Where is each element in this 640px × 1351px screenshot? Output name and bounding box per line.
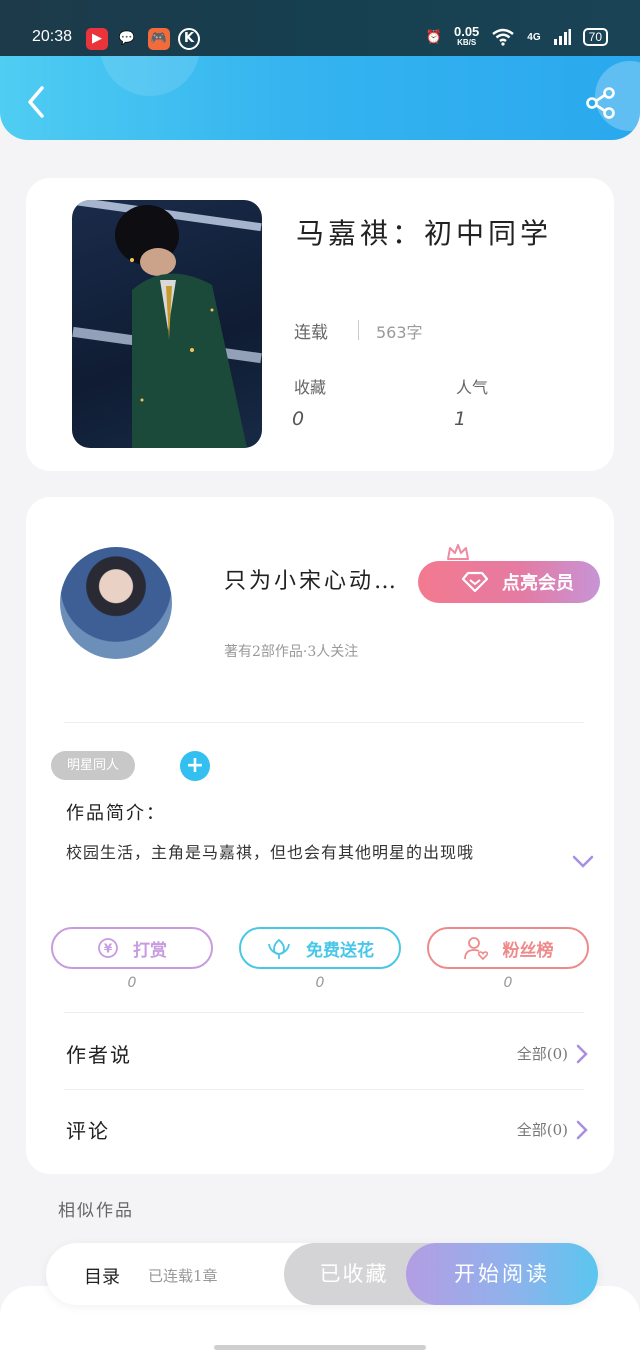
reward-button[interactable]: ¥ 打赏 <box>51 927 213 969</box>
similar-works-heading: 相似作品 <box>58 1201 134 1221</box>
author-notes-label: 作者说 <box>66 1043 132 1067</box>
share-button[interactable] <box>584 86 618 120</box>
status-indicators: ⏰ 0.05 KB/S 4G 70 <box>425 25 608 48</box>
alarm-icon: ⏰ <box>425 29 442 44</box>
stat-label-popularity: 人气 <box>456 378 489 397</box>
comments-all[interactable]: 全部(0) <box>517 1119 588 1140</box>
fan-ranking-button[interactable]: 粉丝榜 <box>427 927 589 969</box>
top-header <box>0 56 640 140</box>
home-indicator[interactable] <box>214 1345 426 1350</box>
author-notes-all[interactable]: 全部(0) <box>517 1043 588 1064</box>
table-of-contents-button[interactable]: 目录 <box>84 1263 120 1289</box>
k-app-icon: K <box>178 28 200 50</box>
decor-bubble <box>100 56 200 96</box>
author-avatar[interactable] <box>60 547 172 659</box>
author-name[interactable]: 只为小宋心动… <box>224 563 399 595</box>
chevron-right-icon <box>576 1120 588 1139</box>
wifi-icon <box>492 28 515 46</box>
comments-count: 全部(0) <box>516 1121 568 1139</box>
divider <box>64 1012 584 1013</box>
yen-icon: ¥ <box>98 938 118 958</box>
signal-label: 4G <box>527 31 541 43</box>
chapter-count: 已连载1章 <box>148 1267 218 1285</box>
comments-label: 评论 <box>66 1119 110 1143</box>
divider <box>64 722 584 723</box>
send-flower-label: 免费送花 <box>306 940 374 961</box>
stat-label-favorites: 收藏 <box>294 378 327 397</box>
send-flower-button[interactable]: 免费送花 <box>239 927 401 969</box>
flower-icon <box>268 938 290 959</box>
diamond-icon <box>462 571 488 593</box>
user-heart-icon <box>463 937 488 961</box>
cover-illustration <box>72 200 262 448</box>
chevron-down-icon[interactable] <box>572 855 594 869</box>
flower-count: 0 <box>315 975 325 991</box>
book-cover-image[interactable] <box>72 200 262 448</box>
bottom-action-bar: 目录 已连载1章 已收藏 开始阅读 <box>46 1243 598 1305</box>
add-tag-button[interactable]: + <box>180 751 210 781</box>
stat-value-popularity: 1 <box>454 408 467 430</box>
book-status: 连载 <box>294 323 328 343</box>
author-meta: 著有2部作品·3人关注 <box>224 644 359 660</box>
book-info-card: 马嘉祺：初中同学 连载 563字 收藏 0 人气 1 <box>26 178 614 471</box>
chevron-right-icon <box>576 1044 588 1063</box>
divider <box>64 1089 584 1090</box>
reward-count: 0 <box>127 975 137 991</box>
start-reading-button[interactable]: 开始阅读 <box>406 1243 598 1305</box>
book-title: 马嘉祺：初中同学 <box>296 217 553 250</box>
genre-tag[interactable]: 明星同人 <box>51 751 136 780</box>
status-bar: 20:38 ▶ 💬 🎮 K ⏰ 0.05 KB/S 4G 70 <box>0 0 640 56</box>
status-time: 20:38 <box>32 28 73 45</box>
reward-label: 打赏 <box>133 940 167 961</box>
book-word-count: 563字 <box>376 323 423 342</box>
svg-text:¥: ¥ <box>104 942 113 956</box>
stat-value-favorites: 0 <box>292 408 305 430</box>
intro-label: 作品简介： <box>66 803 166 824</box>
vip-button[interactable]: 点亮会员 <box>418 561 600 603</box>
fan-ranking-label: 粉丝榜 <box>502 940 554 961</box>
vip-label: 点亮会员 <box>502 573 574 594</box>
game-app-icon: 🎮 <box>148 28 170 50</box>
net-speed-unit: KB/S <box>457 38 477 47</box>
divider <box>358 320 359 340</box>
wechat-icon: 💬 <box>118 31 136 46</box>
back-button[interactable] <box>20 82 56 122</box>
signal-icon <box>553 29 571 45</box>
intro-text: 校园生活，主角是马嘉祺，但也会有其他明星的出现哦 <box>66 843 475 862</box>
net-speed: 0.05 KB/S <box>454 25 479 48</box>
video-app-icon: ▶ <box>86 28 108 50</box>
fan-count: 0 <box>503 975 513 991</box>
crown-icon <box>447 544 469 560</box>
author-info-card: 只为小宋心动… 点亮会员 著有2部作品·3人关注 明星同人 + 作品简介： 校园… <box>26 497 614 1174</box>
author-notes-count: 全部(0) <box>516 1045 568 1063</box>
battery-indicator: 70 <box>582 28 608 46</box>
